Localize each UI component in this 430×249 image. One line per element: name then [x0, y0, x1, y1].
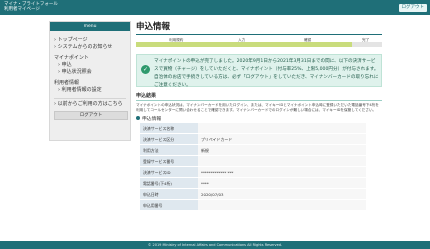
sidebar-item-label: 利用者情報の設定 — [61, 87, 102, 93]
sidebar-item-legacy-users[interactable]: › 以前からご利用の方はこちら — [54, 101, 126, 108]
progress-track — [136, 42, 382, 47]
table-row: 利用方法 新規 — [140, 145, 366, 156]
row-value: 新規 — [198, 145, 366, 155]
sidebar-divider — [54, 98, 126, 99]
progress-steps: 利用規約 入力 確認 完了 — [136, 38, 382, 49]
step-label-terms: 利用規約 — [169, 38, 184, 42]
sidebar-item-label: 申込状況照会 — [61, 69, 92, 75]
row-key: 決済サービス名称 — [140, 123, 198, 133]
sidebar-item-user-settings[interactable]: › 利用者情報の設定 — [54, 87, 126, 94]
row-value — [198, 156, 366, 166]
check-icon: ✓ — [141, 65, 150, 74]
row-key: 決済サービスID — [140, 167, 198, 177]
row-key: 申込日時 — [140, 189, 198, 199]
sidebar-title: menu — [50, 22, 130, 31]
step-label-confirm: 確認 — [304, 38, 312, 42]
section-title-result: 申込結果 — [136, 93, 157, 99]
table-row: 申込用番号 — [140, 200, 366, 211]
row-key: 電話番号(下4桁) — [140, 178, 198, 188]
sidebar-logout-button[interactable]: ログアウト — [54, 111, 128, 120]
sidebar-item-top[interactable]: › トップページ — [54, 37, 126, 44]
page-title: 申込情報 — [136, 22, 171, 32]
info-title-text: 申込情報 — [142, 117, 162, 122]
table-row: 登録サービス番号 — [140, 156, 366, 167]
table-row: 決済サービスID ************* *** — [140, 167, 366, 178]
row-key: 利用方法 — [140, 145, 198, 155]
info-title: 申込情報 — [136, 116, 382, 123]
sidebar-item-apply-status[interactable]: › 申込状況照会 — [54, 69, 126, 76]
sidebar-item-label: 申込 — [61, 62, 72, 68]
row-value: プリペイドカード — [198, 134, 366, 144]
title-divider — [136, 34, 382, 35]
completion-notice: ✓ マイナポイントの申込が完了しました。2020年9月1日から2021年3月31… — [136, 54, 382, 88]
sidebar-group-user-info: 利用者情報 — [54, 80, 80, 86]
logo-line-2: 利用者マイページ — [4, 7, 40, 12]
header-logout-button[interactable]: ログアウト — [398, 4, 427, 12]
row-value: ************* *** — [198, 167, 366, 177]
table-row: 決済サービス名称 — [140, 123, 366, 134]
table-row: 決済サービス区分 プリペイドカード — [140, 134, 366, 145]
sidebar-item-notices[interactable]: › システムからのお知らせ — [54, 44, 126, 51]
site-logo[interactable]: マイナ・ブライトフォール 利用者マイページ — [4, 2, 64, 12]
row-key: 登録サービス番号 — [140, 156, 198, 166]
step-label-input: 入力 — [238, 38, 246, 42]
progress-fill — [136, 42, 353, 47]
bullet-icon — [136, 116, 140, 120]
footer-copyright: © 2019 Ministry of Internal Affairs and … — [0, 241, 430, 249]
table-row: 電話番号(下4桁) **** — [140, 178, 366, 189]
sidebar-item-label: 以前からご利用の方はこちら — [57, 101, 123, 107]
section-divider — [136, 100, 382, 101]
sidebar-item-label: システムからのお知らせ — [57, 44, 113, 50]
main-content: 申込情報 利用規約 入力 確認 完了 ✓ マイナポイントの申込が完了しました。2… — [136, 21, 382, 211]
result-description: マイナポイントの申込状況は、マイナンバーカードを用いたログイン、または、マイキー… — [136, 103, 379, 112]
sidebar-item-label: トップページ — [57, 37, 88, 43]
row-value — [198, 123, 366, 133]
top-header: マイナ・ブライトフォール 利用者マイページ ログアウト — [0, 0, 430, 15]
step-label-complete: 完了 — [362, 38, 370, 42]
row-key: 申込用番号 — [140, 200, 198, 210]
application-info-table: 決済サービス名称 決済サービス区分 プリペイドカード 利用方法 新規 登録サービス番… — [140, 123, 366, 211]
row-value: 2020/07/03 — [198, 189, 366, 199]
sidebar-group-mynapoint: マイナポイント — [54, 55, 89, 61]
sidebar-item-apply[interactable]: › 申込 — [54, 62, 126, 69]
row-value: **** — [198, 178, 366, 188]
row-value — [198, 200, 366, 210]
notice-text: マイナポイントの申込が完了しました。2020年9月1日から2021年3月31日ま… — [154, 59, 379, 88]
table-row: 申込日時 2020/07/03 — [140, 189, 366, 200]
row-key: 決済サービス区分 — [140, 134, 198, 144]
sidebar-menu: menu › トップページ › システムからのお知らせ マイナポイント › 申込… — [49, 21, 131, 141]
